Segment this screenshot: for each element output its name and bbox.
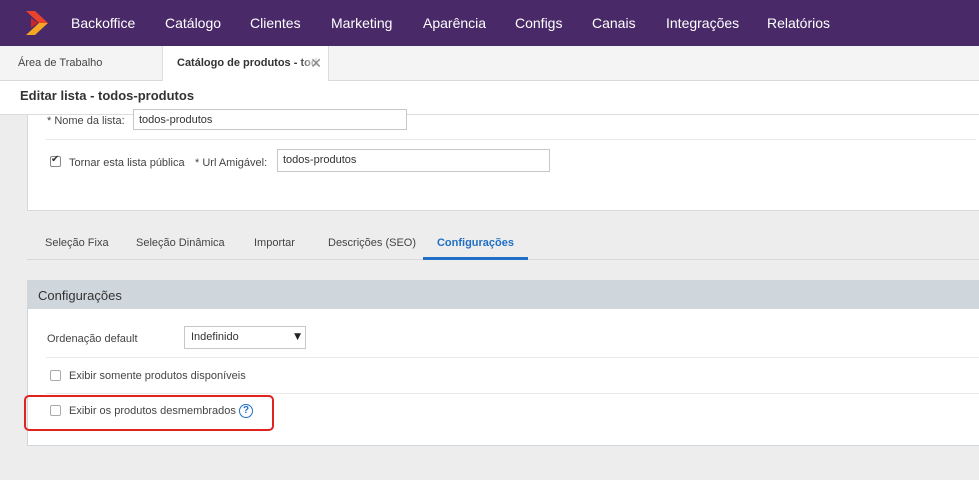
- nav-canais[interactable]: Canais: [592, 0, 636, 46]
- url-amigavel-label: * Url Amigável:: [195, 157, 268, 169]
- nome-da-lista-label: * Nome da lista:: [47, 115, 125, 127]
- tab-label: Catálogo de produtos - todos-produtos: [177, 57, 320, 69]
- tab-catalogo-de-produtos[interactable]: Catálogo de produtos - todos-produtos ✕: [162, 46, 329, 82]
- tab-area-de-trabalho[interactable]: Área de Trabalho: [18, 46, 102, 81]
- close-icon[interactable]: ✕: [310, 46, 322, 80]
- ordenacao-default-select[interactable]: Indefinido ▼: [184, 326, 306, 349]
- list-form-panel: * Nome da lista: todos-produtos Tornar e…: [27, 109, 979, 211]
- page-title: Editar lista - todos-produtos: [20, 88, 195, 103]
- panel-title: Configurações: [38, 288, 122, 303]
- divider: [46, 393, 979, 394]
- exibir-disponiveis-label: Exibir somente produtos disponíveis: [69, 370, 246, 382]
- tornar-publica-checkbox[interactable]: [50, 154, 61, 167]
- content-tabs: Seleção Fixa Seleção Dinâmica Importar D…: [27, 229, 979, 260]
- exibir-disponiveis-checkbox[interactable]: [50, 370, 61, 381]
- nome-da-lista-input[interactable]: todos-produtos: [133, 109, 407, 130]
- nav-aparencia[interactable]: Aparência: [423, 0, 486, 46]
- tab-selecao-fixa[interactable]: Seleção Fixa: [45, 229, 109, 259]
- tab-descricoes-seo[interactable]: Descrições (SEO): [328, 229, 416, 259]
- select-value: Indefinido: [191, 331, 239, 343]
- tab-selecao-dinamica[interactable]: Seleção Dinâmica: [136, 229, 225, 259]
- caret-down-icon: ▼: [294, 332, 301, 342]
- nav-relatorios[interactable]: Relatórios: [767, 0, 830, 46]
- nav-configs[interactable]: Configs: [515, 0, 562, 46]
- divider: [46, 139, 976, 140]
- nav-integracoes[interactable]: Integrações: [666, 0, 739, 46]
- divider: [46, 357, 979, 358]
- url-amigavel-input[interactable]: todos-produtos: [277, 149, 550, 172]
- top-navbar: Backoffice Catálogo Clientes Marketing A…: [0, 0, 979, 46]
- nav-catalogo[interactable]: Catálogo: [165, 0, 221, 46]
- nav-marketing[interactable]: Marketing: [331, 0, 392, 46]
- ordenacao-default-label: Ordenação default: [47, 333, 138, 345]
- brand-logo-icon[interactable]: [22, 8, 52, 38]
- tab-label: Área de Trabalho: [18, 57, 103, 69]
- tornar-publica-label: Tornar esta lista pública: [69, 157, 185, 169]
- nav-clientes[interactable]: Clientes: [250, 0, 301, 46]
- window-tabs-bar: Área de Trabalho Catálogo de produtos - …: [0, 46, 979, 82]
- tab-configuracoes[interactable]: Configurações: [423, 229, 528, 260]
- highlight-box: [24, 395, 274, 431]
- panel-header: Configurações: [28, 281, 979, 309]
- tab-importar[interactable]: Importar: [254, 229, 295, 259]
- nav-backoffice[interactable]: Backoffice: [71, 0, 135, 46]
